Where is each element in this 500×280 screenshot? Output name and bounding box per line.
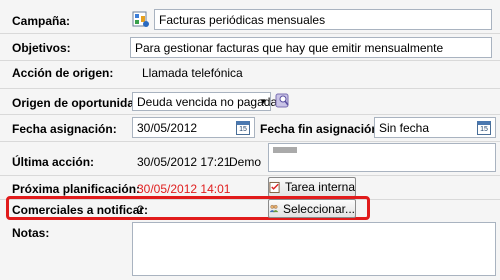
divider [0,141,500,142]
users-icon [269,204,279,213]
notes-textarea[interactable] [132,222,496,276]
objectives-field[interactable]: Para gestionar facturas que hay que emit… [130,37,492,58]
task-icon [269,181,280,193]
internal-task-label: Tarea interna [284,180,355,194]
select-label: Seleccionar... [282,201,355,216]
origin-action-label: Acción de origen: [12,66,114,80]
end-date-label: Fecha fin asignación: [260,122,383,136]
next-planning-label: Próxima planificación: [12,182,141,196]
select-button[interactable]: Seleccionar... [268,199,356,218]
campaign-value: Facturas periódicas mensuales [159,12,326,27]
opportunity-origin-label: Origen de oportunidad: [12,96,146,110]
assignment-date-label: Fecha asignación: [12,122,117,136]
last-action-user: Demo [229,155,262,169]
internal-task-button[interactable]: Tarea interna [268,177,356,197]
campaign-field[interactable]: Facturas periódicas mensuales [154,9,492,30]
divider [0,114,500,115]
opportunity-search-icon[interactable] [275,91,291,109]
campaign-icon[interactable] [132,10,150,28]
calendar-icon[interactable]: 15 [236,121,250,135]
notes-label: Notas: [12,226,50,240]
calendar-icon[interactable]: 15 [477,121,491,135]
divider [0,33,500,34]
origin-action-value: Llamada telefónica [142,66,243,80]
last-action-note-field[interactable] [268,143,496,172]
divider [0,60,500,61]
end-date-field[interactable]: Sin fecha 15 [374,117,496,138]
notify-sales-count: 2 [137,203,144,217]
end-date-value: Sin fecha [379,120,430,135]
campaign-label: Campaña: [12,14,71,28]
chevron-down-icon[interactable]: ▼ [259,97,267,106]
last-action-date: 30/05/2012 17:21 [137,155,231,169]
notify-sales-label: Comerciales a notificar: [12,203,149,217]
assignment-date-field[interactable]: 30/05/2012 15 [132,117,255,138]
divider [0,88,500,89]
opportunity-origin-value: Deuda vencida no pagada [137,94,278,109]
next-planning-value: 30/05/2012 14:01 [137,182,231,196]
divider [0,175,500,176]
last-action-label: Última acción: [12,155,95,169]
opportunity-origin-select[interactable]: Deuda vencida no pagada ▼ [132,92,277,111]
scribble-icon [273,147,297,153]
objectives-label: Objetivos: [12,41,71,55]
assignment-date-value: 30/05/2012 [137,120,198,135]
objectives-value: Para gestionar facturas que hay que emit… [135,40,444,55]
